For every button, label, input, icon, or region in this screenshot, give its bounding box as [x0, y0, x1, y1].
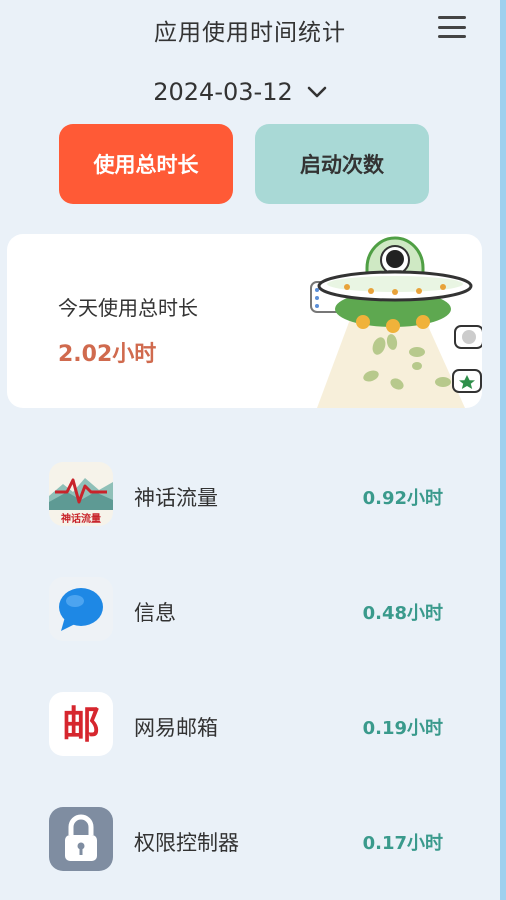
app-name: 信息 [134, 601, 176, 625]
list-item[interactable]: 邮 网易邮箱 0.19小时 [0, 668, 500, 783]
date-selector[interactable]: 2024-03-12 [0, 70, 480, 114]
tab-total-duration[interactable]: 使用总时长 [59, 124, 233, 204]
header: 应用使用时间统计 [0, 0, 500, 60]
date-value: 2024-03-12 [153, 78, 293, 106]
mythic-traffic-app-icon: 神话流量 [49, 462, 113, 526]
summary-value: 2.02小时 [58, 342, 157, 367]
app-usage-screen: 应用使用时间统计 2024-03-12 使用总时长 启动次数 今天使用总时长 2… [0, 0, 506, 900]
metric-tabs: 使用总时长 启动次数 [59, 124, 429, 204]
app-usage-time: 0.92小时 [362, 488, 443, 509]
list-item[interactable]: 权限控制器 0.17小时 [0, 783, 500, 898]
tab-launch-count[interactable]: 启动次数 [255, 124, 429, 204]
app-usage-time: 0.19小时 [362, 718, 443, 739]
list-item[interactable]: 信息 0.48小时 [0, 553, 500, 668]
scroll-edge [500, 0, 506, 900]
chevron-down-icon [307, 86, 327, 98]
mythic-traffic-icon-text: 神话流量 [61, 512, 101, 525]
list-item[interactable]: 神话流量 神话流量 0.92小时 [0, 438, 500, 553]
ufo-astronaut-illustration [310, 236, 482, 408]
app-usage-list: 神话流量 神话流量 0.92小时 信息 0.48小时 邮 网易邮箱 0.19小时… [0, 438, 500, 898]
messages-app-icon [49, 577, 113, 641]
app-usage-time: 0.48小时 [362, 603, 443, 624]
app-name: 权限控制器 [134, 831, 239, 855]
app-usage-time: 0.17小时 [362, 833, 443, 854]
app-name: 神话流量 [134, 486, 218, 510]
netease-mail-app-icon: 邮 [49, 692, 113, 756]
permission-controller-app-icon [49, 807, 113, 871]
hamburger-menu-icon[interactable] [438, 16, 466, 38]
netease-mail-icon-text: 邮 [62, 703, 100, 747]
app-name: 网易邮箱 [134, 716, 218, 740]
summary-label: 今天使用总时长 [58, 296, 198, 320]
page-title: 应用使用时间统计 [154, 20, 346, 46]
summary-card: 今天使用总时长 2.02小时 [7, 234, 482, 408]
